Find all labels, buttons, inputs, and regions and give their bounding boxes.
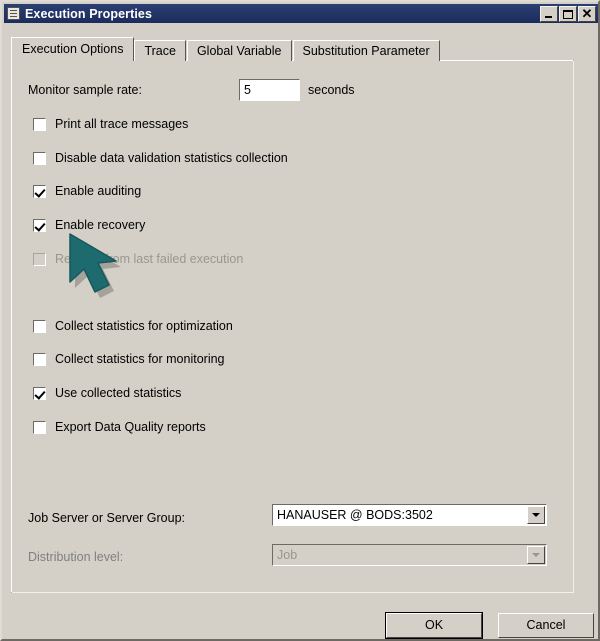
checkbox-box[interactable] (33, 386, 46, 400)
job-server-value: HANAUSER @ BODS:3502 (277, 508, 433, 522)
checkbox-label: Collect statistics for optimization (55, 318, 233, 333)
close-button[interactable]: ✕ (578, 5, 596, 22)
tab-trace[interactable]: Trace (134, 40, 186, 61)
checkbox-label: Print all trace messages (55, 116, 189, 131)
checkbox-box[interactable] (33, 420, 46, 434)
distribution-level-dropdown: Job (272, 544, 547, 566)
checkbox-enable-auditing[interactable]: Enable auditing (33, 183, 141, 199)
checkbox-print-all-trace-messages[interactable]: Print all trace messages (33, 116, 188, 132)
tab-execution-options[interactable]: Execution Options (11, 37, 135, 61)
chevron-down-icon (527, 546, 545, 564)
ok-button[interactable]: OK (385, 612, 483, 639)
minimize-button[interactable] (540, 5, 558, 22)
job-server-dropdown[interactable]: HANAUSER @ BODS:3502 (272, 504, 547, 526)
monitor-sample-rate-label: Monitor sample rate: (28, 83, 142, 97)
checkbox-box[interactable] (33, 151, 46, 165)
checkbox-label: Export Data Quality reports (55, 419, 206, 434)
close-icon: ✕ (581, 5, 593, 21)
checkbox-box[interactable] (33, 218, 46, 232)
window-title: Execution Properties (25, 6, 153, 21)
dialog-window: Execution Properties ✕ Execution Options… (0, 0, 600, 641)
job-server-label: Job Server or Server Group: (28, 511, 186, 525)
tab-substitution-parameter[interactable]: Substitution Parameter (292, 40, 440, 61)
checkbox-recover-from-last-failed-execution: Recover from last failed execution (33, 251, 243, 267)
checkbox-export-data-quality-reports[interactable]: Export Data Quality reports (33, 419, 206, 435)
window-document-icon (7, 7, 20, 20)
checkbox-box[interactable] (33, 319, 46, 333)
title-bar[interactable]: Execution Properties ✕ (4, 4, 598, 23)
checkbox-disable-data-validation-statistics-collection[interactable]: Disable data validation statistics colle… (33, 150, 288, 166)
distribution-level-label: Distribution level: (28, 550, 124, 564)
checkbox-label: Disable data validation statistics colle… (55, 150, 288, 165)
distribution-level-value: Job (277, 548, 298, 562)
checkbox-box[interactable] (33, 184, 46, 198)
checkbox-use-collected-statistics[interactable]: Use collected statistics (33, 385, 181, 401)
checkbox-enable-recovery[interactable]: Enable recovery (33, 217, 145, 233)
checkbox-label: Collect statistics for monitoring (55, 351, 225, 366)
checkbox-collect-statistics-for-monitoring[interactable]: Collect statistics for monitoring (33, 351, 225, 367)
seconds-unit-label: seconds (308, 83, 355, 97)
cancel-button[interactable]: Cancel (498, 613, 594, 638)
tab-global-variable[interactable]: Global Variable (186, 40, 292, 61)
checkbox-label: Enable recovery (55, 217, 146, 232)
checkbox-box[interactable] (33, 117, 46, 131)
monitor-sample-rate-input[interactable] (239, 79, 300, 101)
checkbox-box (33, 252, 46, 266)
chevron-down-icon[interactable] (527, 506, 545, 524)
checkbox-box[interactable] (33, 352, 46, 366)
checkbox-label: Recover from last failed execution (55, 251, 244, 266)
maximize-button[interactable] (559, 5, 577, 22)
tab-strip: Execution Options Trace Global Variable … (11, 37, 441, 61)
checkbox-collect-statistics-for-optimization[interactable]: Collect statistics for optimization (33, 318, 233, 334)
checkbox-label: Enable auditing (55, 183, 142, 198)
checkbox-label: Use collected statistics (55, 385, 182, 400)
